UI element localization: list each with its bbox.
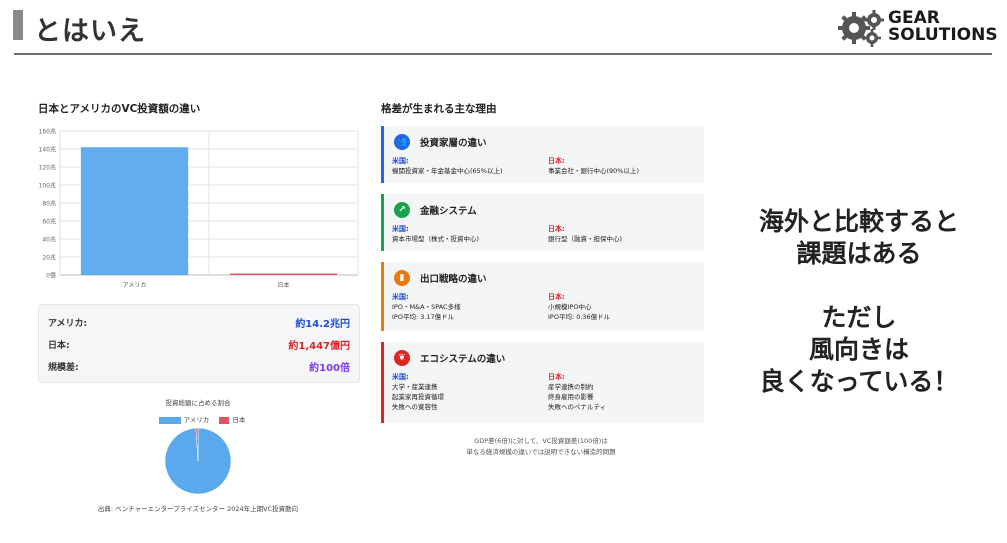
reason-heading: エコシステムの違い xyxy=(420,354,506,365)
y-tick-label: 0億 xyxy=(46,272,56,280)
stat-value: 約1,447億円 xyxy=(288,341,350,352)
key-message: 海外と比較すると 課題はある ただし 風向きは 良くなっている！ xyxy=(728,206,990,398)
x-tick-label: アメリカ xyxy=(123,282,147,289)
jp-point: 銀行型（融資・担保中心) xyxy=(548,235,623,243)
bar xyxy=(229,273,338,275)
reason-us-column: 米国: IPO・M&A・SPAC多様 IPO平均: 3.17億ドル xyxy=(392,292,542,322)
reason-heading: 投資家層の違い xyxy=(420,138,487,149)
sprout-icon: ❦ xyxy=(394,350,410,366)
gap-note-line-2: 単なる経済規模の違いでは説明できない構造的問題 xyxy=(466,448,616,456)
message-line-4: 風向きは xyxy=(808,335,909,364)
legend-label-usa: アメリカ xyxy=(183,416,210,424)
reason-us-column: 米国: 機関投資家・年金基金中心(65%以上) xyxy=(392,156,542,176)
reason-jp-column: 日本: 銀行型（融資・担保中心) xyxy=(548,224,698,244)
door-icon: ▮ xyxy=(394,270,410,286)
stat-label: アメリカ: xyxy=(48,319,88,329)
us-point: IPO・M&A・SPAC多様 xyxy=(392,303,461,311)
y-tick-label: 140兆 xyxy=(39,146,56,154)
jp-point: 終身雇用の影響 xyxy=(548,393,594,401)
source-citation: 出典: ベンチャーエンタープライズセンター 2024年上期VC投資動向 xyxy=(97,505,299,513)
bar xyxy=(80,147,189,275)
reason-jp-column: 日本: 産学連携の制約 終身雇用の影響 失敗へのペナルティ xyxy=(548,372,698,412)
bar-chart-title: 日本とアメリカのVC投資額の違い xyxy=(38,103,201,115)
jp-point: 産学連携の制約 xyxy=(548,383,594,391)
y-tick-label: 160兆 xyxy=(39,128,56,136)
reason-heading: 出口戦略の違い xyxy=(420,274,487,285)
header-divider xyxy=(14,53,992,55)
jp-point: 失敗へのペナルティ xyxy=(548,403,607,411)
stat-row-usa: アメリカ: 約14.2兆円 xyxy=(48,311,350,331)
message-line-3: ただし xyxy=(821,303,897,332)
gear-logo-icon xyxy=(838,10,884,47)
jp-point: 小規模IPO中心 xyxy=(548,303,592,311)
chart-line-icon: ↗ xyxy=(394,202,410,218)
x-tick-label: 日本 xyxy=(277,281,289,289)
message-line-2: 課題はある xyxy=(796,239,922,268)
jp-point: 事業会社・銀行中心(90%以上) xyxy=(548,167,640,175)
y-tick-label: 100兆 xyxy=(39,182,56,190)
stat-row-scale-gap: 規模差: 約100倍 xyxy=(48,355,350,375)
company-logo: GEAR SOLUTIONS xyxy=(836,8,998,48)
us-point: 失敗への寛容性 xyxy=(392,403,438,411)
y-tick-label: 40兆 xyxy=(42,236,56,244)
y-tick-label: 20兆 xyxy=(42,254,56,262)
stat-value: 約100倍 xyxy=(309,363,350,374)
us-label: 米国: xyxy=(392,157,409,165)
y-tick-label: 80兆 xyxy=(42,200,56,208)
legend-swatch-japan xyxy=(219,416,230,424)
jp-label: 日本: xyxy=(548,373,565,381)
reason-card-investors: 👥 投資家層の違い 米国: 機関投資家・年金基金中心(65%以上) 日本: 事業… xyxy=(381,126,704,183)
reason-jp-column: 日本: 小規模IPO中心 IPO平均: 0.36億ドル xyxy=(548,292,698,322)
stat-value: 約14.2兆円 xyxy=(295,319,350,330)
gap-note: GDP差(6倍)に対して、VC投資額差(100倍)は 単なる経済規模の違いでは説… xyxy=(381,436,701,458)
reason-us-column: 米国: 大学・産業連携 起業家再投資循環 失敗への寛容性 xyxy=(392,372,542,412)
pie-legend: アメリカ 日本 xyxy=(38,414,358,424)
y-tick-label: 120兆 xyxy=(39,164,56,172)
us-label: 米国: xyxy=(392,293,409,301)
us-point: 機関投資家・年金基金中心(65%以上) xyxy=(392,167,503,175)
us-label: 米国: xyxy=(392,373,409,381)
reasons-title: 格差が生まれる主な理由 xyxy=(381,103,497,115)
us-point: 起業家再投資循環 xyxy=(392,393,444,401)
message-line-1: 海外と比較すると xyxy=(758,207,959,236)
us-point: 資本市場型（株式・投資中心) xyxy=(392,235,480,243)
pie-chart xyxy=(164,427,232,495)
jp-label: 日本: xyxy=(548,225,565,233)
stat-row-japan: 日本: 約1,447億円 xyxy=(48,333,350,353)
jp-label: 日本: xyxy=(548,293,565,301)
logo-line-2: SOLUTIONS xyxy=(888,25,998,45)
us-label: 米国: xyxy=(392,225,409,233)
stat-label: 規模差: xyxy=(48,363,79,373)
legend-label-japan: 日本 xyxy=(232,416,246,424)
reason-card-finance: ↗ 金融システム 米国: 資本市場型（株式・投資中心) 日本: 銀行型（融資・担… xyxy=(381,194,704,251)
message-line-5: 良くなっている！ xyxy=(759,367,959,396)
logo-wordmark: GEAR SOLUTIONS xyxy=(888,10,998,44)
gap-note-line-1: GDP差(6倍)に対して、VC投資額差(100倍)は xyxy=(474,437,608,445)
stat-label: 日本: xyxy=(48,341,70,351)
reason-heading: 金融システム xyxy=(420,206,477,217)
jp-label: 日本: xyxy=(548,157,565,165)
reason-card-ecosystem: ❦ エコシステムの違い 米国: 大学・産業連携 起業家再投資循環 失敗への寛容性… xyxy=(381,342,704,423)
pie-chart-title: 投資総額に占める割合 xyxy=(165,399,231,407)
y-tick-label: 60兆 xyxy=(42,218,56,226)
us-point: IPO平均: 3.17億ドル xyxy=(392,313,455,321)
title-accent-bar xyxy=(13,10,23,40)
people-icon: 👥 xyxy=(394,134,410,150)
reason-us-column: 米国: 資本市場型（株式・投資中心) xyxy=(392,224,542,244)
jp-point: IPO平均: 0.36億ドル xyxy=(548,313,611,321)
bar-chart: 0億 20兆 40兆 60兆 80兆 100兆 120兆 140兆 160兆アメリカ 日本 xyxy=(39,128,359,289)
page-title: とはいえ xyxy=(34,16,146,47)
reason-card-exit: ▮ 出口戦略の違い 米国: IPO・M&A・SPAC多様 IPO平均: 3.17… xyxy=(381,262,704,331)
us-point: 大学・産業連携 xyxy=(392,383,438,391)
legend-swatch-usa xyxy=(158,416,181,424)
reason-jp-column: 日本: 事業会社・銀行中心(90%以上) xyxy=(548,156,698,176)
stats-summary: アメリカ: 約14.2兆円 日本: 約1,447億円 規模差: 約100倍 xyxy=(38,304,360,383)
